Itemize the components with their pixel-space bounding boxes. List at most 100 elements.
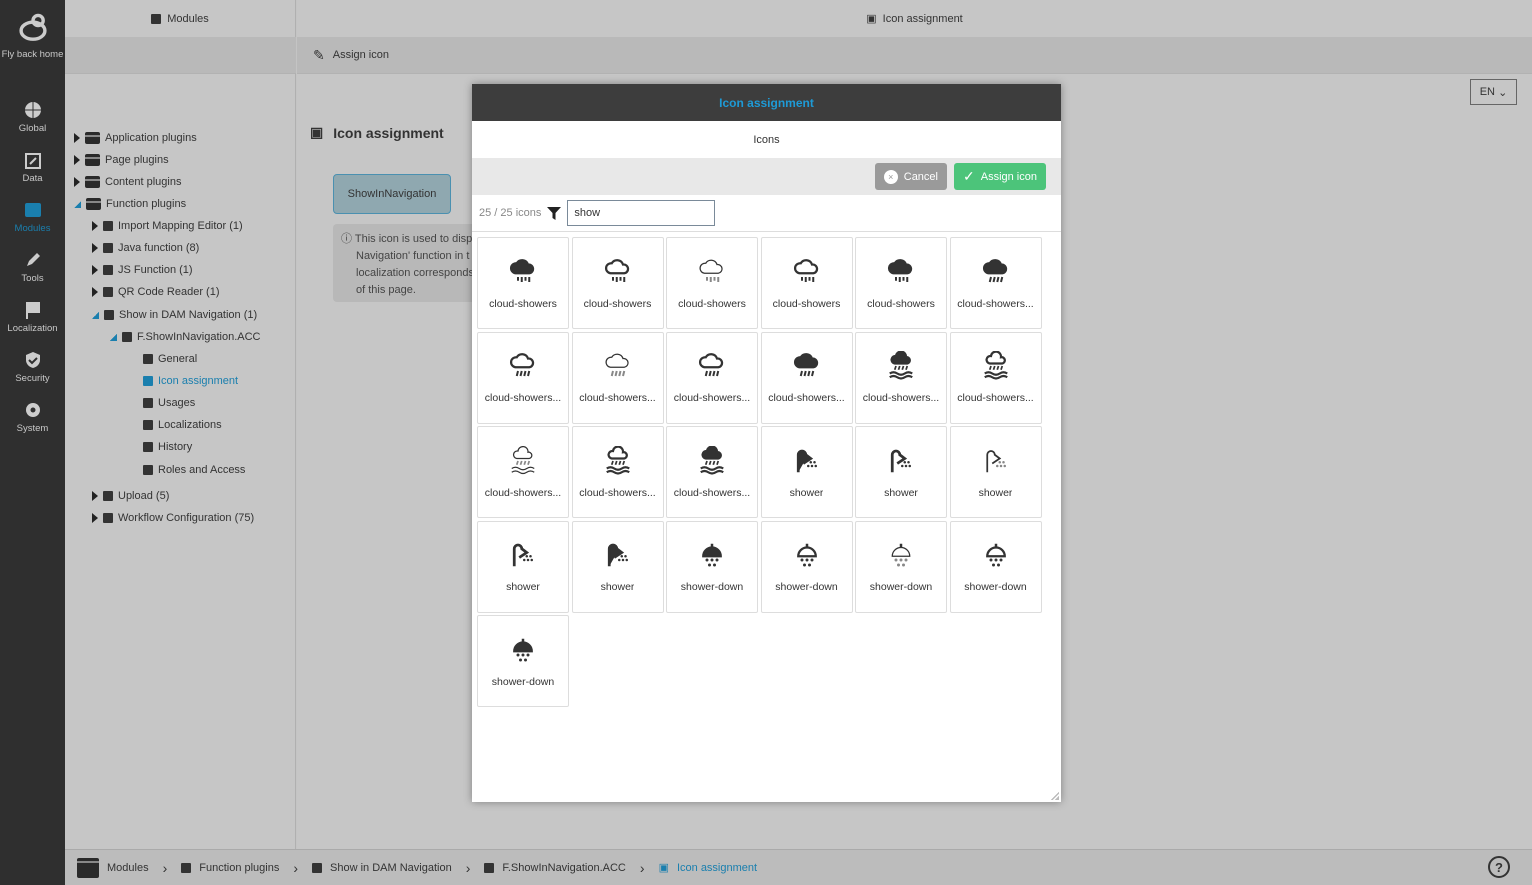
icon-option[interactable]: shower-down — [760, 520, 853, 613]
nav-fly-back-home[interactable]: Fly back home — [0, 12, 65, 61]
sidebar: Fly back home Global Data Modules Tools … — [0, 0, 65, 885]
icon-option[interactable]: cloud-showers — [571, 237, 664, 329]
breadcrumb-item-current[interactable]: Icon assignment — [677, 862, 757, 874]
icon-option[interactable]: cloud-showers... — [571, 426, 664, 518]
nav-system[interactable]: System — [0, 400, 65, 435]
tree-item[interactable]: F.ShowInNavigation.ACC — [110, 331, 261, 343]
bee-icon — [18, 13, 47, 41]
assign-icon-button[interactable]: ✓ Assign icon — [954, 163, 1046, 190]
tree-item[interactable]: Usages — [143, 397, 195, 409]
icon-option[interactable]: cloud-showers... — [760, 331, 853, 424]
tree-item[interactable]: Application plugins — [74, 132, 197, 144]
nav-tools[interactable]: Tools — [0, 250, 65, 285]
tree-item[interactable]: Workflow Configuration (75) — [92, 512, 254, 524]
cloud-slant-icon — [981, 257, 1011, 290]
filter-icon[interactable] — [547, 206, 562, 220]
nav-localization[interactable]: Localization — [0, 300, 65, 335]
icon-option[interactable]: cloud-showers — [666, 237, 758, 329]
icon-option[interactable]: cloud-showers... — [666, 426, 758, 518]
icon-option[interactable]: shower-down — [666, 520, 758, 613]
gear-wrench-icon — [25, 403, 40, 417]
icon-option[interactable]: cloud-showers — [760, 237, 853, 329]
nav-data[interactable]: Data — [0, 150, 65, 185]
tree-item-label: Roles and Access — [158, 464, 246, 476]
expand-icon[interactable] — [92, 287, 98, 297]
icon-option-label: shower — [506, 581, 540, 593]
cloud-slant-icon — [697, 351, 727, 384]
icon-option[interactable]: cloud-showers... — [666, 331, 758, 424]
icon-assignment-icon: ▣ — [310, 124, 324, 140]
tree-item[interactable]: History — [143, 441, 192, 453]
expand-icon[interactable] — [92, 265, 98, 275]
sm-icon — [143, 420, 153, 430]
help-icon[interactable]: ? — [1488, 856, 1510, 878]
shield-check-icon — [25, 352, 40, 368]
tree-item-label: Workflow Configuration (75) — [118, 512, 255, 524]
icon-option[interactable]: shower — [571, 520, 664, 613]
tree-item[interactable]: Upload (5) — [92, 490, 169, 502]
filter-row: 25 / 25 icons — [472, 195, 1061, 232]
icon-option[interactable]: shower-down — [477, 615, 569, 707]
expand-icon[interactable] — [74, 177, 80, 187]
close-circle-icon: × — [883, 169, 898, 184]
icon-option[interactable]: cloud-showers... — [477, 331, 569, 424]
expand-icon[interactable] — [92, 243, 98, 253]
assign-icon-action[interactable]: ✎ Assign icon — [313, 47, 389, 64]
icon-option[interactable]: cloud-showers... — [571, 331, 664, 424]
nav-modules[interactable]: Modules — [0, 200, 65, 235]
icon-option[interactable]: shower-down — [855, 520, 947, 613]
icon-option[interactable]: shower — [760, 426, 853, 518]
tree-item-label: F.ShowInNavigation.ACC — [137, 331, 261, 343]
icon-option-label: cloud-showers... — [484, 392, 562, 404]
nav-global[interactable]: Global — [0, 100, 65, 135]
breadcrumb-item[interactable]: Function plugins — [199, 862, 279, 874]
tree-item[interactable]: Show in DAM Navigation (1) — [92, 309, 257, 321]
breadcrumb-item[interactable]: Modules — [107, 862, 149, 874]
collapse-icon[interactable] — [110, 333, 117, 341]
tree-item[interactable]: Icon assignment — [143, 375, 238, 387]
tree-item[interactable]: Java function (8) — [92, 242, 199, 254]
play-icon — [103, 243, 113, 253]
window-icon — [24, 203, 41, 217]
icon-option[interactable]: cloud-showers — [477, 237, 569, 329]
icon-option[interactable]: shower — [855, 426, 947, 518]
icon-option[interactable]: shower — [477, 520, 569, 613]
icon-option-label: shower-down — [680, 581, 744, 593]
expand-icon[interactable] — [92, 221, 98, 231]
tree-item[interactable]: Content plugins — [74, 176, 181, 188]
nav-security[interactable]: Security — [0, 350, 65, 385]
current-icon-tile[interactable]: ShowInNavigation — [333, 174, 451, 214]
icon-option[interactable]: cloud-showers... — [855, 331, 947, 424]
expand-icon[interactable] — [74, 155, 80, 165]
collapse-icon[interactable] — [74, 200, 81, 208]
dialog-title: Icon assignment — [472, 84, 1061, 121]
tree-item[interactable]: Function plugins — [74, 198, 186, 210]
shower-icon — [508, 540, 538, 573]
tree-item[interactable]: QR Code Reader (1) — [92, 286, 220, 298]
box-icon — [86, 198, 101, 210]
tree-item[interactable]: JS Function (1) — [92, 264, 193, 276]
expand-icon[interactable] — [74, 133, 80, 143]
expand-icon[interactable] — [92, 491, 98, 501]
icon-option[interactable]: cloud-showers... — [949, 331, 1042, 424]
icon-option[interactable]: cloud-showers — [855, 237, 947, 329]
breadcrumb-item[interactable]: Show in DAM Navigation — [330, 862, 452, 874]
tree-item[interactable]: General — [143, 353, 197, 365]
expand-icon[interactable] — [92, 513, 98, 523]
tree-item[interactable]: Import Mapping Editor (1) — [92, 220, 243, 232]
tree-item[interactable]: Page plugins — [74, 154, 169, 166]
icon-option[interactable]: cloud-showers... — [477, 426, 569, 518]
icon-option[interactable]: cloud-showers... — [949, 237, 1042, 329]
tree-item[interactable]: Localizations — [143, 419, 222, 431]
icon-search-input[interactable] — [567, 200, 716, 226]
tree-item[interactable]: Roles and Access — [143, 464, 245, 476]
icon-option-label: cloud-showers... — [957, 297, 1034, 310]
collapse-icon[interactable] — [92, 311, 99, 319]
icon-option[interactable]: shower — [949, 426, 1042, 518]
resize-handle[interactable] — [1049, 790, 1059, 800]
breadcrumb-item[interactable]: F.ShowInNavigation.ACC — [502, 862, 626, 874]
cancel-button[interactable]: × Cancel — [874, 163, 947, 190]
shower-down-icon — [697, 540, 727, 573]
language-select[interactable]: EN ⌄ — [1470, 79, 1517, 105]
icon-option[interactable]: shower-down — [949, 520, 1042, 613]
